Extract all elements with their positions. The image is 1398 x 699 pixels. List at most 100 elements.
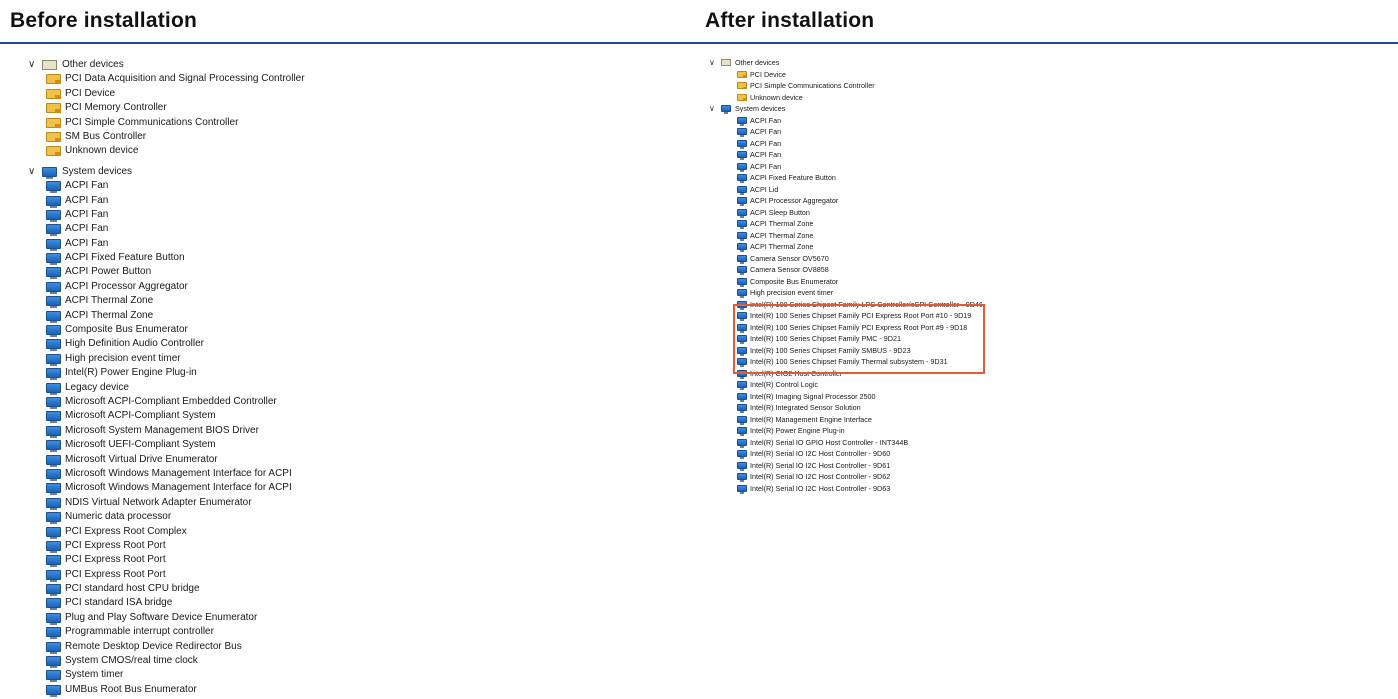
device-item[interactable]: Microsoft Windows Management Interface f… bbox=[28, 481, 488, 496]
device-item[interactable]: Intel(R) 100 Series Chipset Family LPC C… bbox=[705, 299, 1005, 311]
device-item[interactable]: ACPI Thermal Zone bbox=[28, 294, 488, 309]
device-item[interactable]: Camera Sensor OV8858 bbox=[705, 264, 1005, 276]
device-item[interactable]: ACPI Fan bbox=[28, 179, 488, 194]
system-device-icon bbox=[46, 325, 61, 338]
device-item[interactable]: PCI Simple Communications Controller bbox=[28, 116, 488, 130]
device-item[interactable]: ACPI Sleep Button bbox=[705, 207, 1005, 219]
device-item[interactable]: ACPI Thermal Zone bbox=[705, 230, 1005, 242]
device-item[interactable]: ACPI Fan bbox=[705, 149, 1005, 161]
device-item[interactable]: SM Bus Controller bbox=[28, 130, 488, 144]
device-item[interactable]: PCI standard ISA bridge bbox=[28, 596, 488, 611]
device-item[interactable]: Numeric data processor bbox=[28, 510, 488, 525]
device-item[interactable]: Intel(R) 100 Series Chipset Family PCI E… bbox=[705, 310, 1005, 322]
device-item[interactable]: ACPI Thermal Zone bbox=[705, 218, 1005, 230]
category-other-devices[interactable]: ∨ Other devices bbox=[705, 57, 1005, 69]
device-item[interactable]: System timer bbox=[28, 668, 488, 683]
device-item[interactable]: Intel(R) CIO2 Host Controller bbox=[705, 368, 1005, 380]
device-item[interactable]: Camera Sensor OV5670 bbox=[705, 253, 1005, 265]
device-item[interactable]: ACPI Fan bbox=[28, 208, 488, 222]
device-item[interactable]: Intel(R) Control Logic bbox=[705, 379, 1005, 391]
device-item[interactable]: PCI Express Root Port bbox=[28, 568, 488, 582]
device-item[interactable]: PCI Express Root Port bbox=[28, 539, 488, 553]
device-item[interactable]: UMBus Root Bus Enumerator bbox=[28, 683, 488, 697]
device-tree-before: ∨ Other devices PCI Data Acquisition and S… bbox=[28, 58, 488, 697]
device-label: ACPI Fan bbox=[750, 127, 782, 136]
category-system-devices[interactable]: ∨ System devices bbox=[705, 103, 1005, 115]
device-item[interactable]: Unknown device bbox=[28, 144, 488, 158]
device-item[interactable]: PCI Express Root Port bbox=[28, 553, 488, 568]
device-item[interactable]: High precision event timer bbox=[28, 352, 488, 366]
device-item[interactable]: Intel(R) Serial IO I2C Host Controller -… bbox=[705, 483, 1005, 495]
device-item[interactable]: PCI Data Acquisition and Signal Processi… bbox=[28, 72, 488, 86]
chevron-down-icon[interactable]: ∨ bbox=[709, 103, 715, 115]
device-item[interactable]: Microsoft ACPI-Compliant Embedded Contro… bbox=[28, 395, 488, 409]
system-device-icon bbox=[46, 267, 61, 280]
device-item[interactable]: ACPI Lid bbox=[705, 184, 1005, 196]
device-label: Camera Sensor OV8858 bbox=[750, 265, 829, 274]
device-label: ACPI Fan bbox=[750, 138, 782, 148]
device-item[interactable]: ACPI Fan bbox=[705, 138, 1005, 150]
device-item[interactable]: Microsoft Virtual Drive Enumerator bbox=[28, 453, 488, 467]
device-item[interactable]: ACPI Fan bbox=[28, 222, 488, 237]
warning-device-icon bbox=[737, 93, 747, 101]
device-item[interactable]: Intel(R) 100 Series Chipset Family SMBUS… bbox=[705, 345, 1005, 357]
device-item[interactable]: Composite Bus Enumerator bbox=[705, 276, 1005, 288]
device-item[interactable]: Microsoft UEFI-Compliant System bbox=[28, 438, 488, 453]
device-item[interactable]: PCI Simple Communications Controller bbox=[705, 80, 1005, 92]
device-item[interactable]: ACPI Fan bbox=[28, 194, 488, 208]
device-item[interactable]: Unknown device bbox=[705, 92, 1005, 104]
device-item[interactable]: Intel(R) 100 Series Chipset Family Therm… bbox=[705, 356, 1005, 368]
device-item[interactable]: High Definition Audio Controller bbox=[28, 337, 488, 352]
device-item[interactable]: Intel(R) 100 Series Chipset Family PMC -… bbox=[705, 333, 1005, 345]
device-item[interactable]: PCI Memory Controller bbox=[28, 101, 488, 115]
device-item[interactable]: Microsoft Windows Management Interface f… bbox=[28, 467, 488, 481]
device-item[interactable]: ACPI Fan bbox=[705, 126, 1005, 138]
chevron-down-icon[interactable]: ∨ bbox=[28, 165, 35, 179]
system-device-icon bbox=[737, 185, 747, 195]
device-item[interactable]: Intel(R) Power Engine Plug-in bbox=[28, 366, 488, 381]
device-item[interactable]: Intel(R) 100 Series Chipset Family PCI E… bbox=[705, 322, 1005, 334]
device-item[interactable]: Intel(R) Serial IO I2C Host Controller -… bbox=[705, 471, 1005, 483]
system-device-icon bbox=[737, 197, 747, 206]
device-item[interactable]: ACPI Thermal Zone bbox=[28, 309, 488, 323]
device-item[interactable]: ACPI Fan bbox=[28, 237, 488, 251]
category-system-devices[interactable]: ∨ System devices bbox=[28, 165, 488, 179]
chevron-down-icon[interactable]: ∨ bbox=[28, 58, 35, 72]
system-device-icon bbox=[46, 612, 61, 625]
device-item[interactable]: PCI standard host CPU bridge bbox=[28, 582, 488, 597]
device-item[interactable]: Microsoft ACPI-Compliant System bbox=[28, 409, 488, 424]
device-item[interactable]: Legacy device bbox=[28, 381, 488, 395]
device-item[interactable]: Intel(R) Management Engine Interface bbox=[705, 414, 1005, 426]
device-item[interactable]: Composite Bus Enumerator bbox=[28, 323, 488, 338]
device-item[interactable]: Intel(R) Imaging Signal Processor 2500 bbox=[705, 391, 1005, 403]
after-installation-heading: After installation bbox=[705, 9, 875, 32]
device-item[interactable]: Microsoft System Management BIOS Driver bbox=[28, 424, 488, 438]
device-item[interactable]: Remote Desktop Device Redirector Bus bbox=[28, 640, 488, 654]
device-item[interactable]: Intel(R) Serial IO GPIO Host Controller … bbox=[705, 437, 1005, 449]
device-item[interactable]: PCI Express Root Complex bbox=[28, 525, 488, 539]
device-item[interactable]: ACPI Fixed Feature Button bbox=[28, 251, 488, 266]
device-item[interactable]: ACPI Fixed Feature Button bbox=[705, 172, 1005, 184]
device-item[interactable]: PCI Device bbox=[28, 87, 488, 101]
device-item[interactable]: ACPI Thermal Zone bbox=[705, 241, 1005, 253]
device-item[interactable]: System CMOS/real time clock bbox=[28, 654, 488, 669]
device-item[interactable]: NDIS Virtual Network Adapter Enumerator bbox=[28, 496, 488, 510]
device-label: System timer bbox=[65, 669, 124, 681]
system-device-icon bbox=[46, 310, 61, 323]
device-item[interactable]: Plug and Play Software Device Enumerator bbox=[28, 611, 488, 625]
chevron-down-icon[interactable]: ∨ bbox=[709, 57, 715, 69]
device-item[interactable]: Intel(R) Serial IO I2C Host Controller -… bbox=[705, 448, 1005, 460]
device-item[interactable]: ACPI Power Button bbox=[28, 265, 488, 280]
device-item[interactable]: High precision event timer bbox=[705, 287, 1005, 299]
device-item[interactable]: Programmable interrupt controller bbox=[28, 625, 488, 640]
category-other-devices[interactable]: ∨ Other devices bbox=[28, 58, 488, 72]
device-item[interactable]: ACPI Processor Aggregator bbox=[28, 280, 488, 294]
device-item[interactable]: PCI Device bbox=[705, 69, 1005, 81]
device-item[interactable]: Intel(R) Serial IO I2C Host Controller -… bbox=[705, 460, 1005, 472]
device-item[interactable]: Intel(R) Power Engine Plug-in bbox=[705, 425, 1005, 437]
device-item[interactable]: ACPI Fan bbox=[705, 161, 1005, 173]
device-item[interactable]: Intel(R) Integrated Sensor Solution bbox=[705, 402, 1005, 414]
device-item[interactable]: ACPI Fan bbox=[705, 115, 1005, 127]
device-item[interactable]: ACPI Processor Aggregator bbox=[705, 195, 1005, 207]
system-device-icon bbox=[737, 404, 747, 413]
